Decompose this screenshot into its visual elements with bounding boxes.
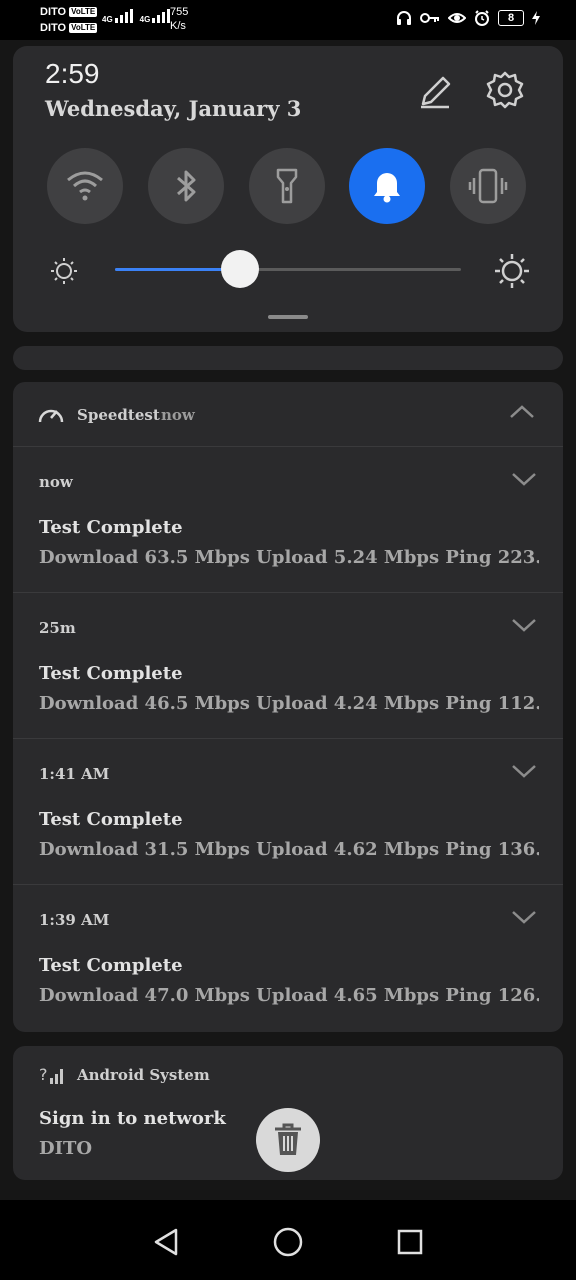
date: Wednesday, January 3 xyxy=(45,96,302,121)
headset-icon xyxy=(397,11,411,25)
carrier-1: DITO xyxy=(40,6,67,18)
battery-icon: 8 xyxy=(498,10,524,26)
brightness-slider[interactable] xyxy=(115,250,461,288)
key-icon xyxy=(420,13,439,23)
bell-icon xyxy=(374,173,400,203)
network-question-icon: ? xyxy=(39,1065,63,1084)
carrier-labels: DITO VoLTE DITO VoLTE xyxy=(40,4,98,36)
quick-settings-panel: 2:59 Wednesday, January 3 xyxy=(13,46,563,332)
eye-icon xyxy=(448,13,466,23)
notification-title: Test Complete xyxy=(39,809,183,830)
chevron-up-icon[interactable] xyxy=(509,402,535,422)
tile-wifi[interactable] xyxy=(47,148,123,224)
notification-time: 1:41 AM xyxy=(39,765,110,783)
clear-all-button[interactable] xyxy=(256,1108,320,1172)
notification-item[interactable]: 1:39 AM Test Complete Download 47.0 Mbps… xyxy=(13,884,563,1031)
notification-title: Test Complete xyxy=(39,663,183,684)
speed-value: 755 xyxy=(170,6,189,18)
notification-text: Download 63.5 Mbps Upload 5.24 Mbps Ping… xyxy=(39,547,539,568)
alarm-icon xyxy=(475,10,489,26)
net-type-2: 4G xyxy=(139,15,151,24)
flashlight-icon xyxy=(276,168,298,204)
back-icon xyxy=(154,1228,178,1256)
notification-item[interactable]: 1:41 AM Test Complete Download 31.5 Mbps… xyxy=(13,738,563,885)
gear-icon xyxy=(486,71,524,109)
volte-badge-2: VoLTE xyxy=(69,23,98,33)
notification-text: Download 47.0 Mbps Upload 4.65 Mbps Ping… xyxy=(39,985,539,1006)
signal-strength-icon xyxy=(152,9,171,23)
net-type-1: 4G xyxy=(102,15,113,24)
notification-title: Test Complete xyxy=(39,517,183,538)
speedtest-notification-group[interactable]: Speedtest now now Test Complete Download… xyxy=(13,382,563,1032)
brightness-thumb[interactable] xyxy=(220,250,259,288)
group-time: now xyxy=(161,406,195,424)
notification-text: Download 31.5 Mbps Upload 4.62 Mbps Ping… xyxy=(39,839,539,860)
wifi-icon xyxy=(67,171,103,201)
collapsed-notification[interactable] xyxy=(13,346,563,370)
vibrate-icon xyxy=(468,168,508,204)
notification-title: Sign in to network xyxy=(39,1108,226,1129)
home-icon xyxy=(273,1227,303,1257)
signal-group: 4G 4G xyxy=(102,8,171,24)
recents-icon xyxy=(397,1229,423,1255)
settings-button[interactable] xyxy=(485,70,525,110)
chevron-down-icon[interactable] xyxy=(511,615,537,635)
signal-strength-icon xyxy=(114,9,133,23)
chevron-down-icon[interactable] xyxy=(511,469,537,489)
notification-text: DITO xyxy=(39,1138,93,1159)
speed-unit: K/s xyxy=(170,20,186,32)
network-speed: 755 K/s xyxy=(170,5,188,33)
home-button[interactable] xyxy=(266,1220,310,1264)
pencil-icon xyxy=(421,76,451,109)
notification-time: now xyxy=(39,473,73,491)
edit-button[interactable] xyxy=(415,72,455,112)
panel-drag-handle[interactable] xyxy=(268,315,308,319)
trash-icon xyxy=(275,1123,301,1155)
charging-icon xyxy=(532,11,540,25)
recents-button[interactable] xyxy=(388,1220,432,1264)
svg-text:?: ? xyxy=(39,1065,48,1084)
signal-2: 4G xyxy=(140,8,172,24)
notification-item[interactable]: 25m Test Complete Download 46.5 Mbps Upl… xyxy=(13,592,563,739)
speedtest-icon xyxy=(38,409,64,423)
chevron-down-icon[interactable] xyxy=(511,761,537,781)
brightness-row xyxy=(45,250,535,288)
chevron-down-icon[interactable] xyxy=(511,907,537,927)
tile-vibrate[interactable] xyxy=(450,148,526,224)
signal-1: 4G xyxy=(102,8,134,24)
app-name: Speedtest xyxy=(77,406,160,424)
brightness-high-icon xyxy=(495,254,529,288)
notification-text: Download 46.5 Mbps Upload 4.24 Mbps Ping… xyxy=(39,693,539,714)
volte-badge-1: VoLTE xyxy=(69,7,98,17)
tile-sound[interactable] xyxy=(349,148,425,224)
clock: 2:59 xyxy=(45,58,100,89)
carrier-2: DITO xyxy=(40,22,67,34)
brightness-low-icon xyxy=(51,258,77,284)
notification-group-header[interactable]: Speedtest now xyxy=(13,382,563,446)
bluetooth-icon xyxy=(177,170,196,202)
app-name: Android System xyxy=(77,1066,210,1084)
tile-flashlight[interactable] xyxy=(249,148,325,224)
status-bar: DITO VoLTE DITO VoLTE 4G 4G 755 K/s 8 xyxy=(0,0,576,40)
status-icons: 8 xyxy=(396,10,540,26)
notification-time: 1:39 AM xyxy=(39,911,110,929)
back-button[interactable] xyxy=(144,1220,188,1264)
notification-title: Test Complete xyxy=(39,955,183,976)
tile-bluetooth[interactable] xyxy=(148,148,224,224)
notification-item[interactable]: now Test Complete Download 63.5 Mbps Upl… xyxy=(13,446,563,593)
navigation-bar xyxy=(0,1200,576,1280)
notification-time: 25m xyxy=(39,619,76,637)
